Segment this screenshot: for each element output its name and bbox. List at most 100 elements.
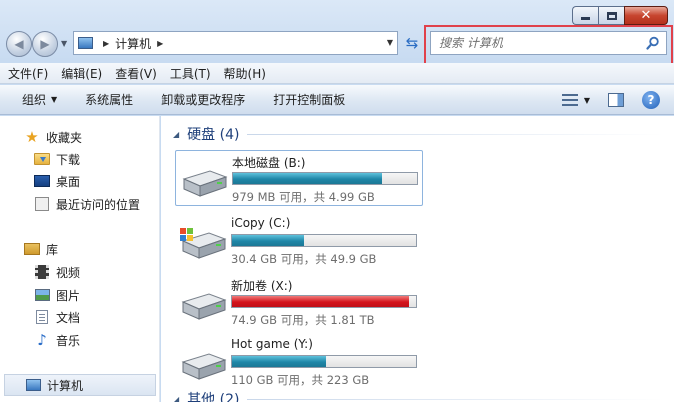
forward-arrow-icon: ▶: [40, 37, 50, 51]
recent-pages-dropdown[interactable]: ▼: [61, 39, 67, 48]
close-icon: ✕: [640, 8, 652, 23]
menu-file[interactable]: 文件(F): [8, 65, 48, 82]
group-divider: [247, 133, 664, 135]
minimize-button[interactable]: [572, 6, 598, 25]
refresh-button[interactable]: ⇆: [402, 34, 422, 54]
group-hard-disks-header[interactable]: ◢ 硬盘 (4): [161, 124, 674, 144]
drive-tile[interactable]: iCopy (C:) 30.4 GB 可用，共 49.9 GB: [175, 213, 423, 269]
search-highlight-frame: [424, 25, 673, 67]
drive-usage-fill: [232, 235, 304, 246]
drive-tile[interactable]: 本地磁盘 (B:) 979 MB 可用，共 4.99 GB: [175, 150, 423, 206]
maximize-icon: [606, 11, 617, 20]
nav-documents-label: 文档: [56, 310, 81, 325]
nav-videos[interactable]: 视频: [0, 261, 160, 283]
nav-favorites[interactable]: ★ 收藏夹: [0, 126, 160, 148]
menu-view[interactable]: 查看(V): [115, 65, 157, 82]
recent-places-icon: [34, 197, 50, 211]
uninstall-label: 卸载或更改程序: [161, 93, 246, 107]
command-bar-right: ▼ ?: [561, 85, 674, 115]
computer-icon: [25, 378, 41, 392]
nav-libraries[interactable]: 库: [0, 238, 160, 260]
chevron-down-icon: ▼: [51, 95, 58, 104]
drive-usage-bar: [231, 355, 417, 368]
refresh-icon: ⇆: [405, 34, 419, 52]
breadcrumb-computer[interactable]: 计算机: [115, 35, 151, 52]
uninstall-button[interactable]: 卸载或更改程序: [161, 91, 245, 108]
nav-recent-label: 最近访问的位置: [56, 197, 141, 212]
nav-computer-label: 计算机: [47, 378, 84, 393]
window-controls: ✕: [572, 6, 668, 25]
control-panel-label: 打开控制面板: [273, 93, 346, 107]
maximize-button[interactable]: [598, 6, 624, 25]
drive-tile[interactable]: Hot game (Y:) 110 GB 可用，共 223 GB: [175, 334, 423, 390]
organize-button[interactable]: 组织 ▼: [22, 91, 57, 108]
drive-usage-bar: [231, 295, 417, 308]
menu-help[interactable]: 帮助(H): [224, 65, 266, 82]
close-button[interactable]: ✕: [624, 6, 668, 25]
group-hard-disks-title: 硬盘 (4): [187, 127, 240, 143]
computer-icon: [78, 37, 93, 49]
command-bar: 组织 ▼ 系统属性 卸载或更改程序 打开控制面板 ▼ ?: [0, 85, 674, 115]
nav-desktop[interactable]: 桌面: [0, 170, 160, 192]
collapse-triangle-icon[interactable]: ◢: [173, 395, 179, 402]
view-options-icon[interactable]: [561, 93, 578, 107]
nav-music-label: 音乐: [56, 333, 81, 348]
star-icon: ★: [25, 127, 39, 146]
picture-icon: [34, 288, 50, 302]
breadcrumb-separator-icon[interactable]: ▶: [103, 39, 109, 48]
organize-label: 组织: [22, 93, 47, 107]
group-other-header[interactable]: ◢ 其他 (2): [161, 389, 674, 402]
nav-documents[interactable]: 文档: [0, 306, 160, 328]
collapse-triangle-icon[interactable]: ◢: [173, 130, 179, 139]
drive-free-space: 74.9 GB 可用，共 1.81 TB: [231, 313, 375, 327]
music-note-icon: ♪: [37, 330, 47, 349]
drive-usage-fill: [233, 173, 383, 184]
address-dropdown-icon[interactable]: ▼: [387, 38, 393, 47]
hard-drive-icon: [181, 353, 227, 380]
system-properties-button[interactable]: 系统属性: [85, 91, 133, 108]
preview-pane-icon[interactable]: [608, 93, 624, 107]
explorer-window: ✕ ◀ ▶ ▼ ▶ 计算机 ▶ ▼ ⇆ 文件(F) 编辑(E) 查看(V) 工具…: [0, 0, 674, 402]
drive-name: 本地磁盘 (B:): [232, 156, 306, 170]
drive-tile[interactable]: 新加卷 (X:) 74.9 GB 可用，共 1.81 TB: [175, 274, 423, 330]
downloads-folder-icon: [34, 152, 50, 166]
nav-desktop-label: 桌面: [56, 174, 81, 189]
group-divider: [247, 398, 664, 400]
document-icon: [34, 310, 50, 324]
menu-bar: 文件(F) 编辑(E) 查看(V) 工具(T) 帮助(H): [0, 63, 674, 84]
back-button[interactable]: ◀: [6, 31, 32, 57]
nav-favorites-label: 收藏夹: [46, 130, 83, 145]
hard-drive-icon: [181, 293, 227, 320]
view-dropdown-icon[interactable]: ▼: [584, 96, 590, 105]
nav-pictures[interactable]: 图片: [0, 284, 160, 306]
back-arrow-icon: ◀: [14, 37, 24, 51]
drive-name: 新加卷 (X:): [231, 279, 293, 293]
drive-free-space: 30.4 GB 可用，共 49.9 GB: [231, 252, 377, 266]
minimize-icon: [581, 17, 590, 20]
address-bar[interactable]: ▶ 计算机 ▶ ▼: [73, 31, 398, 55]
drive-name: Hot game (Y:): [231, 337, 313, 351]
content-pane: ◢ 硬盘 (4) 本地磁盘 (B:) 979 MB 可用，共 4.99 GB iCo…: [161, 116, 674, 402]
navigation-pane: ★ 收藏夹 下载 桌面 最近访问的位置 库 视频 图片 文档 ♪ 音乐 计算机: [0, 116, 160, 402]
drive-usage-bar: [232, 172, 418, 185]
nav-pictures-label: 图片: [56, 288, 81, 303]
nav-music[interactable]: ♪ 音乐: [0, 329, 160, 351]
drive-name: iCopy (C:): [231, 216, 291, 230]
drive-usage-fill: [232, 356, 326, 367]
nav-recent-places[interactable]: 最近访问的位置: [0, 193, 160, 215]
nav-videos-label: 视频: [56, 265, 81, 280]
help-icon[interactable]: ?: [642, 91, 660, 109]
desktop-icon: [34, 174, 50, 188]
breadcrumb-chevron-icon[interactable]: ▶: [157, 39, 163, 48]
menu-tools[interactable]: 工具(T): [170, 65, 211, 82]
control-panel-button[interactable]: 打开控制面板: [273, 91, 345, 108]
hard-drive-icon: [182, 170, 228, 197]
group-other-title: 其他 (2): [187, 392, 240, 402]
nav-downloads[interactable]: 下载: [0, 148, 160, 170]
menu-edit[interactable]: 编辑(E): [61, 65, 102, 82]
drive-usage-bar: [231, 234, 417, 247]
nav-computer[interactable]: 计算机: [4, 374, 156, 396]
video-icon: [34, 265, 50, 279]
hard-drive-icon: [180, 228, 227, 259]
forward-button[interactable]: ▶: [32, 31, 58, 57]
